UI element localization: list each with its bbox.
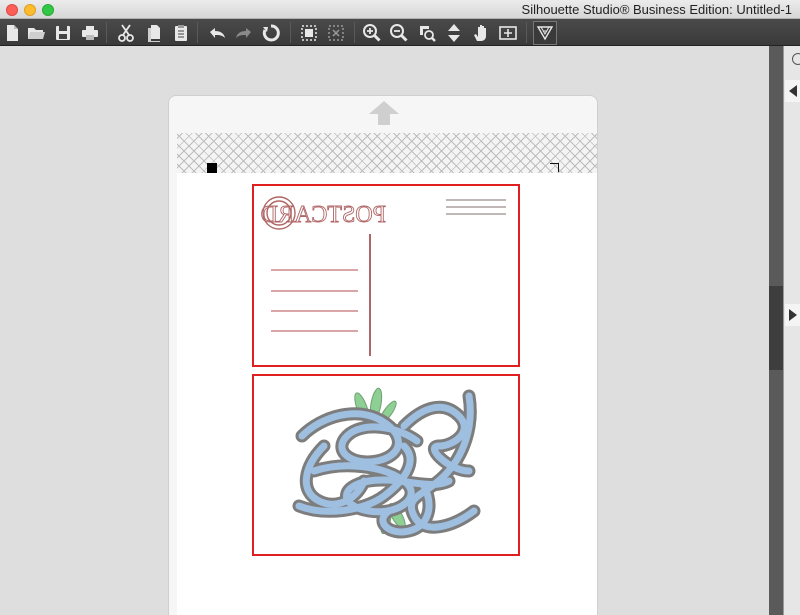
postcard-back-design[interactable]: POSTCARD bbox=[252, 184, 520, 367]
script-art bbox=[292, 389, 481, 539]
panel-search-icon[interactable] bbox=[792, 53, 800, 65]
print-icon[interactable] bbox=[79, 22, 101, 44]
zoom-in-icon[interactable] bbox=[361, 22, 383, 44]
expand-right-panel-icon[interactable] bbox=[785, 304, 800, 326]
open-folder-icon[interactable] bbox=[25, 22, 47, 44]
cut-icon[interactable] bbox=[115, 22, 137, 44]
postcard-front-design[interactable] bbox=[252, 374, 520, 556]
drag-zoom-icon[interactable] bbox=[443, 22, 465, 44]
expand-left-panel-icon[interactable] bbox=[785, 80, 800, 102]
registration-mark-corner bbox=[550, 163, 559, 172]
new-document-icon[interactable] bbox=[1, 22, 23, 44]
postcard-title: POSTCARD bbox=[261, 202, 386, 228]
minimize-window-button[interactable] bbox=[24, 4, 36, 16]
unprintable-margin bbox=[177, 133, 597, 173]
deselect-icon[interactable] bbox=[325, 22, 347, 44]
design-store-icon[interactable] bbox=[533, 21, 557, 45]
title-bar: Silhouette Studio® Business Edition: Unt… bbox=[0, 0, 800, 19]
select-all-icon[interactable] bbox=[298, 22, 320, 44]
address-lines bbox=[271, 269, 358, 332]
zoom-out-icon[interactable] bbox=[388, 22, 410, 44]
maximize-window-button[interactable] bbox=[42, 4, 54, 16]
side-panel-edge bbox=[783, 46, 800, 615]
zoom-select-icon[interactable] bbox=[416, 22, 438, 44]
feed-direction-arrow-icon bbox=[369, 101, 399, 125]
undo-icon[interactable] bbox=[206, 22, 228, 44]
registration-mark-square bbox=[207, 163, 217, 173]
window-title: Silhouette Studio® Business Edition: Unt… bbox=[521, 2, 792, 17]
save-icon[interactable] bbox=[52, 22, 74, 44]
stamp-lines bbox=[446, 199, 506, 215]
close-window-button[interactable] bbox=[6, 4, 18, 16]
paste-icon[interactable] bbox=[170, 22, 192, 44]
copy-icon[interactable] bbox=[143, 22, 165, 44]
redraw-icon[interactable] bbox=[260, 22, 282, 44]
main-toolbar bbox=[0, 19, 800, 46]
redo-icon[interactable] bbox=[233, 22, 255, 44]
scrollbar-thumb[interactable] bbox=[769, 286, 783, 370]
fit-to-page-icon[interactable] bbox=[497, 22, 519, 44]
pan-hand-icon[interactable] bbox=[470, 22, 492, 44]
